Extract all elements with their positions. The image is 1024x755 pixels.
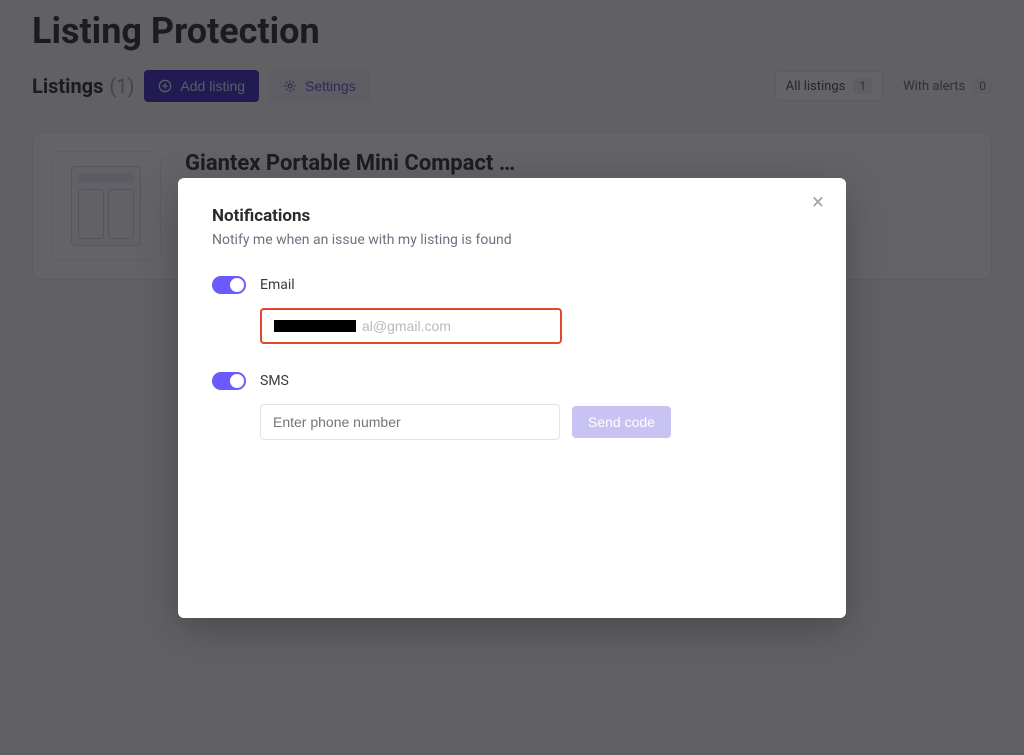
toggle-knob [230, 374, 244, 388]
close-icon: × [812, 190, 824, 215]
send-code-button[interactable]: Send code [572, 406, 671, 438]
email-label: Email [260, 277, 295, 293]
phone-input[interactable] [260, 404, 560, 440]
modal-overlay[interactable]: × Notifications Notify me when an issue … [0, 0, 1024, 755]
redacted-email-prefix [274, 320, 356, 332]
toggle-knob [230, 278, 244, 292]
sms-label: SMS [260, 373, 289, 389]
modal-subtitle: Notify me when an issue with my listing … [212, 232, 812, 248]
sms-toggle[interactable] [212, 372, 246, 390]
email-toggle[interactable] [212, 276, 246, 294]
modal-title: Notifications [212, 206, 812, 226]
close-button[interactable]: × [806, 190, 830, 214]
notifications-modal: × Notifications Notify me when an issue … [178, 178, 846, 618]
